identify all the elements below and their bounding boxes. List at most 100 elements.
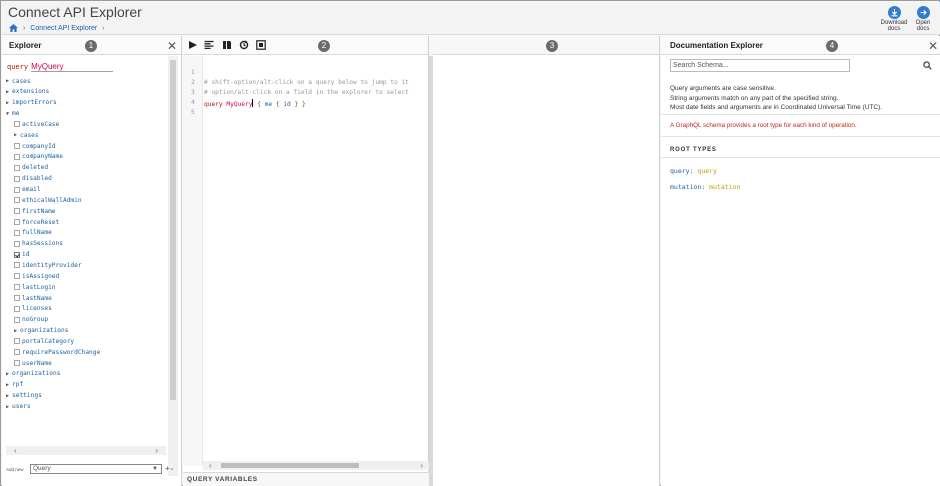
code-comment-line: # shift-option/alt-click on a query belo… xyxy=(204,79,409,86)
scrollbar-thumb[interactable] xyxy=(170,60,176,400)
editor-horizontal-scrollbar[interactable]: ‹ › xyxy=(203,461,429,470)
field-checkbox[interactable] xyxy=(14,164,20,171)
tree-item[interactable]: lastLogin xyxy=(14,282,56,292)
documentation-panel: Documentation Explorer 4 ✕ Search Schema… xyxy=(661,36,940,486)
root-type-key: query xyxy=(670,167,690,175)
add-operation-button[interactable]: + xyxy=(165,464,170,473)
close-icon[interactable]: ✕ xyxy=(928,40,938,52)
root-type-mutation: mutation: mutation xyxy=(670,183,741,191)
query-variables-toggle[interactable]: QUERY VARIABLES xyxy=(183,472,429,486)
tree-item[interactable]: noGroup xyxy=(14,315,48,325)
scroll-left-icon[interactable]: ‹ xyxy=(14,446,17,455)
copy-icon[interactable] xyxy=(256,40,266,50)
tree-item[interactable]: firstName xyxy=(14,206,56,216)
field-checkbox[interactable] xyxy=(14,251,20,258)
scroll-right-icon[interactable]: › xyxy=(420,461,423,470)
tree-item-label: userName xyxy=(22,359,52,367)
tree-item[interactable]: ▶ rpf xyxy=(6,380,23,390)
tree-item[interactable]: portalCategory xyxy=(14,336,74,346)
tree-item[interactable]: ▶ importErrors xyxy=(6,98,57,108)
field-checkbox[interactable] xyxy=(14,153,20,160)
explorer-vertical-scrollbar[interactable]: ⌄ xyxy=(168,56,178,476)
tree-item[interactable]: isAssigned xyxy=(14,271,59,281)
tree-item[interactable]: licenses xyxy=(14,304,52,314)
tree-item[interactable]: ▶ organizations xyxy=(6,369,60,379)
divider xyxy=(661,157,940,158)
scroll-left-icon[interactable]: ‹ xyxy=(209,461,212,470)
field-checkbox[interactable] xyxy=(14,186,20,193)
tree-item[interactable]: companyId xyxy=(14,141,56,151)
field-checkbox[interactable] xyxy=(14,360,20,367)
tree-item[interactable]: requirePasswordChange xyxy=(14,347,100,357)
tree-item[interactable]: ▼ me xyxy=(6,109,19,119)
open-arrow-icon xyxy=(916,6,930,19)
schema-search-input[interactable]: Search Schema... xyxy=(670,59,850,72)
play-icon[interactable] xyxy=(188,40,198,50)
field-checkbox[interactable] xyxy=(14,229,20,236)
root-type-link[interactable]: mutation xyxy=(709,183,740,191)
home-icon[interactable] xyxy=(9,24,18,32)
operation-type-select[interactable]: Query ▼ xyxy=(30,464,162,474)
tree-item-label: activeCase xyxy=(22,120,60,128)
query-keyword: query xyxy=(7,63,29,71)
field-checkbox[interactable] xyxy=(14,305,20,312)
field-me: me xyxy=(264,101,273,108)
field-checkbox[interactable] xyxy=(14,262,20,269)
tree-item[interactable]: ▶ organizations xyxy=(14,326,68,336)
tree-item[interactable]: forceReset xyxy=(14,217,59,227)
tree-item[interactable]: ▶ users xyxy=(6,402,31,412)
tree-item[interactable]: companyName xyxy=(14,152,63,162)
root-type-link[interactable]: query xyxy=(697,167,717,175)
field-checkbox[interactable] xyxy=(14,197,20,204)
tree-item[interactable]: hasSessions xyxy=(14,239,63,249)
scroll-right-icon[interactable]: › xyxy=(155,446,158,455)
field-checkbox[interactable] xyxy=(14,208,20,215)
tree-item[interactable]: id xyxy=(14,250,29,260)
scrollbar-thumb[interactable] xyxy=(221,463,359,468)
tree-item[interactable]: userName xyxy=(14,358,52,368)
field-checkbox[interactable] xyxy=(14,143,20,150)
app-window: Connect API Explorer › Connect API Explo… xyxy=(0,0,940,486)
text-cursor xyxy=(252,99,254,107)
field-checkbox[interactable] xyxy=(14,219,20,226)
tree-item[interactable]: activeCase xyxy=(14,119,59,129)
tree-item-label: settings xyxy=(12,392,42,400)
tree-item-label: licenses xyxy=(22,305,52,313)
open-docs-button[interactable]: Open docs xyxy=(909,6,937,32)
field-checkbox[interactable] xyxy=(14,295,20,301)
field-checkbox[interactable] xyxy=(14,284,20,291)
tree-item[interactable]: ethicalWallAdmin xyxy=(14,195,82,205)
tree-item[interactable]: identityProvider xyxy=(14,260,82,270)
field-checkbox[interactable] xyxy=(14,240,20,247)
field-checkbox[interactable] xyxy=(14,121,20,128)
breadcrumb-item[interactable]: Connect API Explorer xyxy=(30,25,97,32)
tree-item[interactable]: ▶ settings xyxy=(6,391,42,401)
tree-item[interactable]: fullName xyxy=(14,228,52,238)
field-checkbox[interactable] xyxy=(14,349,20,356)
tree-item[interactable]: ▶ cases xyxy=(6,76,31,86)
divider xyxy=(661,136,940,137)
line-number: 2 xyxy=(191,79,195,86)
tree-item[interactable]: deleted xyxy=(14,163,48,173)
field-checkbox[interactable] xyxy=(14,338,20,345)
prettify-icon[interactable] xyxy=(204,40,214,50)
query-name-input[interactable]: MyQuery xyxy=(31,62,114,72)
history-icon[interactable] xyxy=(239,40,249,50)
close-icon[interactable]: ✕ xyxy=(167,40,177,52)
step-badge-4: 4 xyxy=(826,40,838,52)
explorer-horizontal-scrollbar[interactable]: ‹ › xyxy=(6,446,166,455)
tree-item[interactable]: ▶ extensions xyxy=(6,87,49,97)
tree-item[interactable]: ▶ cases xyxy=(14,130,39,140)
field-checkbox[interactable] xyxy=(14,175,20,182)
merge-icon[interactable] xyxy=(222,40,232,50)
download-docs-button[interactable]: Download docs xyxy=(880,6,908,32)
tree-item[interactable]: lastName xyxy=(14,293,52,303)
tree-item-label: companyId xyxy=(22,142,56,150)
search-icon[interactable] xyxy=(923,61,932,70)
tree-item[interactable]: email xyxy=(14,185,41,195)
field-checkbox[interactable] xyxy=(14,273,20,280)
field-checkbox[interactable] xyxy=(14,316,20,323)
add-operation-row: Add new Query ▼ + xyxy=(6,464,178,476)
root-types-heading: ROOT TYPES xyxy=(670,147,717,153)
tree-item[interactable]: disabled xyxy=(14,174,52,184)
